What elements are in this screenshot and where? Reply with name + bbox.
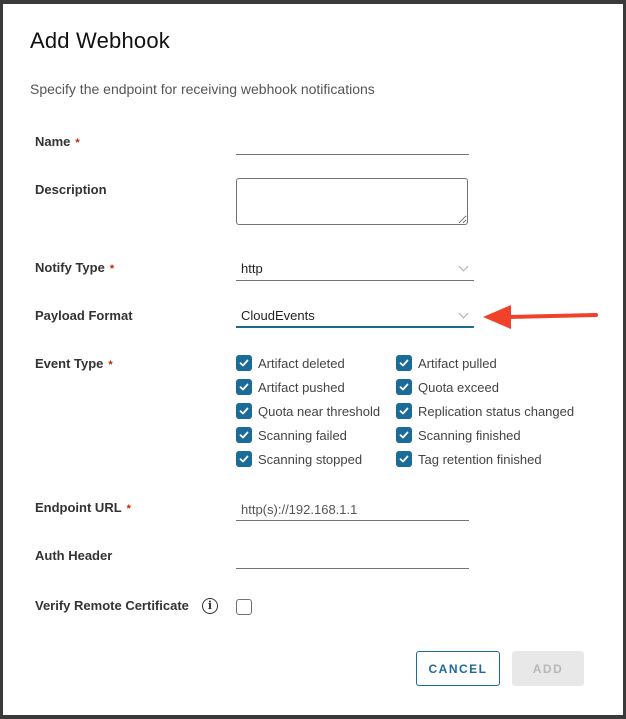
event-type-checkbox[interactable]: Scanning stopped <box>236 451 362 467</box>
annotation-arrow-icon <box>483 305 598 329</box>
name-label-text: Name <box>35 134 71 149</box>
auth-header-input[interactable] <box>236 547 469 569</box>
notify-type-select[interactable]: http <box>236 259 474 281</box>
checkbox-checked-icon[interactable] <box>236 379 252 395</box>
chevron-down-icon <box>458 261 469 272</box>
check-icon <box>399 359 409 367</box>
verify-cert-label: Verify Remote Certificate <box>35 598 189 613</box>
required-marker: * <box>126 503 131 515</box>
event-type-checkbox[interactable]: Scanning finished <box>396 427 521 443</box>
check-icon <box>399 407 409 415</box>
check-icon <box>399 383 409 391</box>
event-type-checkbox-label: Artifact pushed <box>258 379 345 395</box>
event-type-checkbox[interactable]: Artifact deleted <box>236 355 345 371</box>
check-icon <box>399 455 409 463</box>
checkbox-checked-icon[interactable] <box>396 379 412 395</box>
add-webhook-dialog: Add Webhook Specify the endpoint for rec… <box>3 4 623 715</box>
event-type-label-text: Event Type <box>35 356 104 371</box>
event-type-checkbox-label: Replication status changed <box>418 403 575 419</box>
endpoint-url-input[interactable] <box>236 499 469 521</box>
required-marker: * <box>109 263 115 275</box>
event-type-checkbox[interactable]: Scanning failed <box>236 427 347 443</box>
checkbox-checked-icon[interactable] <box>236 427 252 443</box>
event-type-checkbox-label: Quota exceed <box>418 379 499 395</box>
event-type-label: Event Type * <box>35 356 113 371</box>
check-icon <box>239 359 249 367</box>
event-type-checkbox[interactable]: Quota near threshold <box>236 403 380 419</box>
name-input[interactable] <box>236 133 469 155</box>
check-icon <box>239 455 249 463</box>
check-icon <box>239 383 249 391</box>
check-icon <box>239 431 249 439</box>
checkbox-box[interactable] <box>236 599 252 615</box>
endpoint-url-label-text: Endpoint URL <box>35 500 122 515</box>
checkbox-checked-icon[interactable] <box>236 451 252 467</box>
event-type-checkbox[interactable]: Tag retention finished <box>396 451 542 467</box>
info-icon[interactable]: i <box>202 598 218 614</box>
required-marker: * <box>75 137 80 149</box>
required-marker: * <box>108 359 113 371</box>
check-icon <box>239 407 249 415</box>
checkbox-checked-icon[interactable] <box>396 427 412 443</box>
endpoint-url-label: Endpoint URL * <box>35 500 131 515</box>
notify-type-label-text: Notify Type <box>35 260 105 275</box>
checkbox-checked-icon[interactable] <box>396 403 412 419</box>
event-type-checkbox-label: Artifact deleted <box>258 355 345 371</box>
name-label: Name * <box>35 134 80 149</box>
cancel-button[interactable]: CANCEL <box>416 651 500 686</box>
event-type-checkbox[interactable]: Artifact pulled <box>396 355 497 371</box>
chevron-down-icon <box>458 308 469 319</box>
event-type-checkbox-label: Scanning finished <box>418 427 521 443</box>
event-type-checkbox[interactable]: Replication status changed <box>396 403 574 419</box>
check-icon <box>399 431 409 439</box>
payload-format-label: Payload Format <box>35 308 133 323</box>
event-type-checkbox-label: Tag retention finished <box>418 451 542 467</box>
payload-format-select[interactable]: CloudEvents <box>236 306 474 328</box>
checkbox-checked-icon[interactable] <box>396 355 412 371</box>
event-type-checkbox-label: Artifact pulled <box>418 355 497 371</box>
description-label: Description <box>35 182 107 197</box>
event-type-checkbox-label: Quota near threshold <box>258 403 381 419</box>
event-type-checkbox-label: Scanning failed <box>258 427 347 443</box>
checkbox-checked-icon[interactable] <box>396 451 412 467</box>
checkbox-checked-icon[interactable] <box>236 403 252 419</box>
description-textarea[interactable] <box>236 178 468 225</box>
event-type-checkbox-label: Scanning stopped <box>258 451 363 467</box>
dialog-title: Add Webhook <box>30 28 171 53</box>
checkbox-checked-icon[interactable] <box>236 355 252 371</box>
add-button[interactable]: ADD <box>512 651 584 686</box>
verify-cert-checkbox[interactable] <box>236 599 258 615</box>
payload-format-value: CloudEvents <box>241 308 315 323</box>
notify-type-label: Notify Type * <box>35 260 114 275</box>
event-type-checkbox[interactable]: Quota exceed <box>396 379 499 395</box>
dialog-subtitle: Specify the endpoint for receiving webho… <box>30 81 375 97</box>
auth-header-label: Auth Header <box>35 548 113 563</box>
notify-type-value: http <box>241 261 263 276</box>
event-type-checkbox[interactable]: Artifact pushed <box>236 379 345 395</box>
